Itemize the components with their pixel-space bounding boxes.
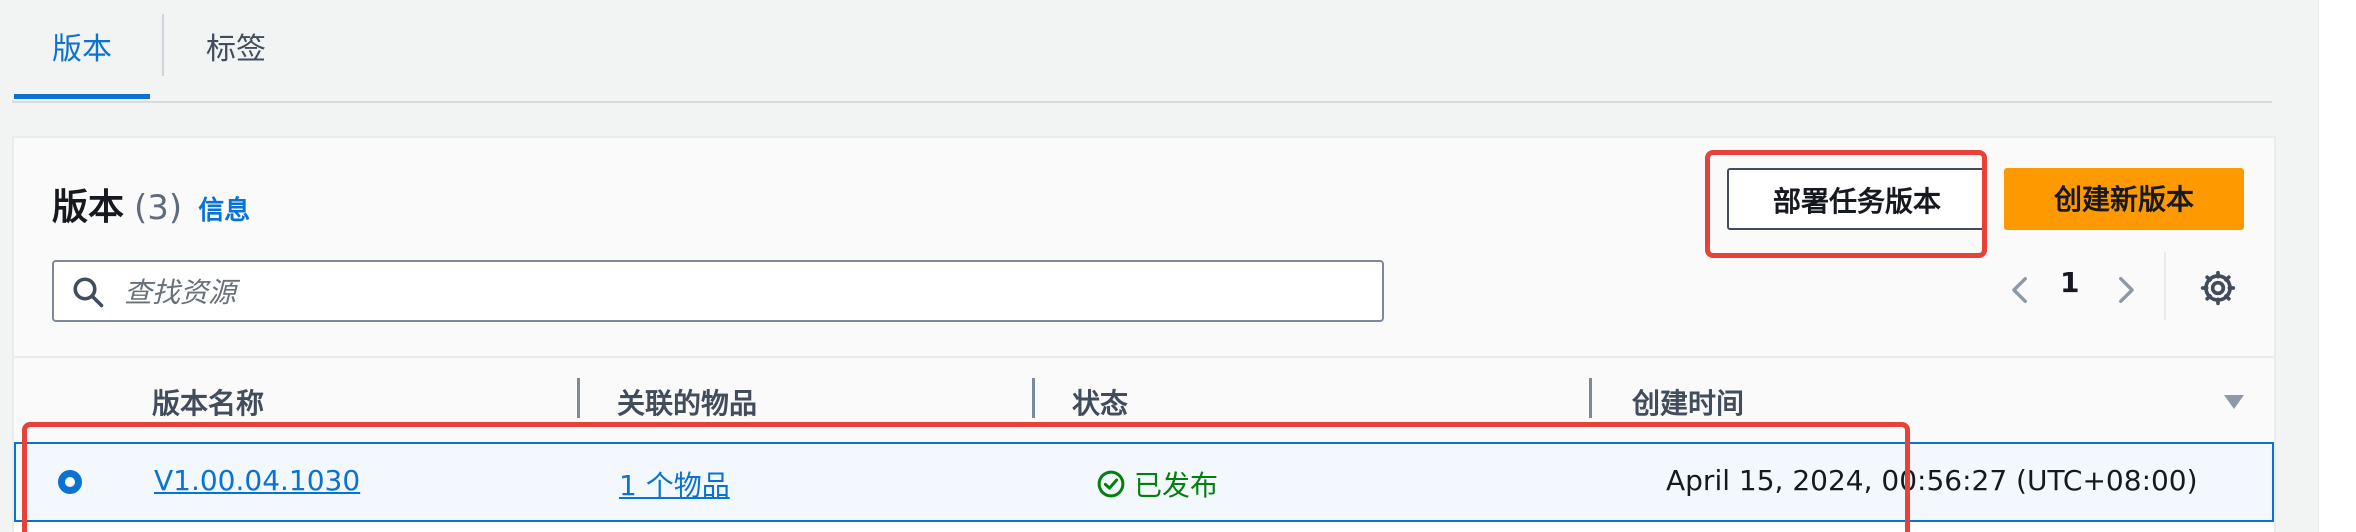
deploy-job-version-button[interactable]: 部署任务版本 [1727, 168, 1987, 230]
panel-header: 版本 (3) 信息 部署任务版本 创建新版本 1 [14, 138, 2274, 356]
toolbar-divider [2164, 252, 2166, 320]
chevron-left-icon[interactable] [2004, 272, 2038, 308]
versions-panel: 版本 (3) 信息 部署任务版本 创建新版本 1 [12, 136, 2276, 532]
version-name-link[interactable]: V1.00.04.1030 [154, 464, 360, 497]
info-link[interactable]: 信息 [198, 190, 250, 227]
column-resizer[interactable] [577, 378, 580, 418]
tab-tags-label: 标签 [206, 32, 266, 67]
search-box [52, 260, 1384, 322]
search-input[interactable] [122, 268, 1366, 316]
status-label: 已发布 [1134, 469, 1219, 502]
screen: 版本 标签 版本 (3) 信息 部署任务版本 创建新版本 查找资源 1 版本名称… [0, 0, 2356, 532]
create-version-button[interactable]: 创建新版本 [2004, 168, 2244, 230]
search-icon [73, 277, 104, 308]
right-gutter [2318, 0, 2356, 532]
table-header: 版本名称 关联的物品 状态 创建时间 [14, 356, 2274, 442]
panel-title-row: 版本 (3) 信息 [52, 178, 250, 238]
column-header-associated-items[interactable]: 关联的物品 [617, 382, 757, 422]
table-row[interactable]: V1.00.04.1030 1 个物品 已发布 April 15, 2024, … [14, 442, 2274, 522]
tab-versions-label: 版本 [52, 32, 112, 67]
status-cell: 已发布 [1096, 464, 1218, 504]
gear-icon[interactable] [2198, 268, 2238, 308]
check-circle-icon [1097, 470, 1125, 498]
created-time: April 15, 2024, 00:56:27 (UTC+08:00) [1666, 464, 2198, 497]
tab-versions[interactable]: 版本 [52, 18, 112, 82]
sort-down-icon[interactable] [2222, 392, 2246, 412]
column-resizer[interactable] [1589, 378, 1592, 418]
panel-title: 版本 [52, 187, 125, 228]
column-resizer[interactable] [1032, 378, 1035, 418]
column-header-status[interactable]: 状态 [1072, 382, 1128, 422]
tab-divider [162, 14, 164, 76]
radio-selected-icon[interactable] [56, 468, 84, 496]
tab-tags[interactable]: 标签 [206, 18, 266, 82]
current-page[interactable]: 1 [2060, 266, 2079, 299]
chevron-right-icon[interactable] [2108, 272, 2142, 308]
associated-items-link[interactable]: 1 个物品 [619, 464, 730, 504]
column-header-created-time[interactable]: 创建时间 [1632, 382, 1744, 422]
column-header-version-name[interactable]: 版本名称 [152, 382, 264, 422]
tab-bar: 版本 标签 [12, 0, 2272, 103]
version-count: (3) [134, 188, 183, 228]
active-tab-indicator [14, 94, 150, 99]
pagination: 1 [2004, 258, 2134, 324]
